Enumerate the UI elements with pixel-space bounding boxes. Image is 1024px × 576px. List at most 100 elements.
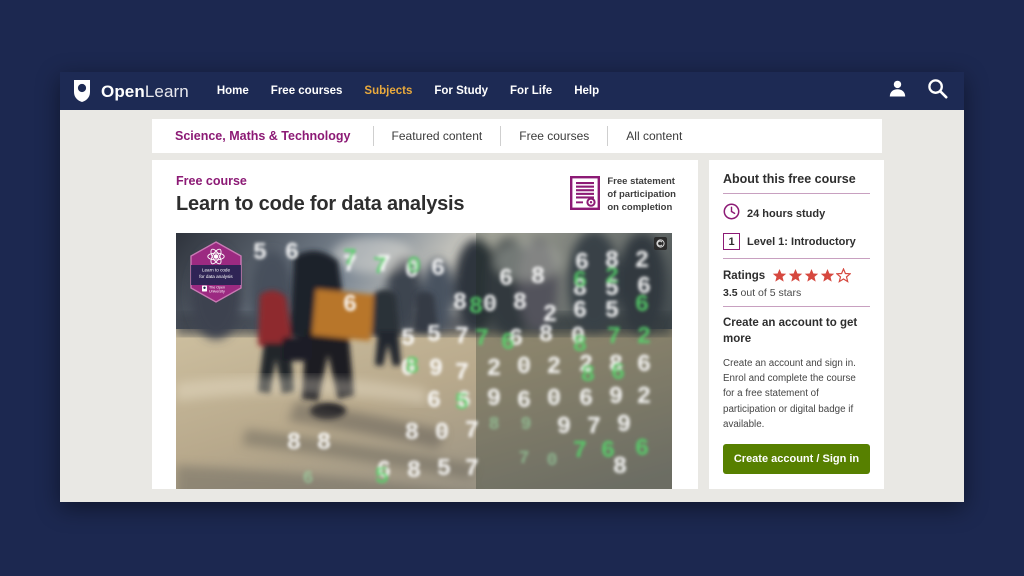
- svg-text:7: 7: [455, 324, 469, 351]
- svg-text:8: 8: [581, 362, 595, 389]
- course-duration-label: 24 hours study: [747, 208, 825, 220]
- user-account-icon[interactable]: [888, 79, 907, 103]
- svg-text:7: 7: [343, 246, 357, 273]
- svg-text:6: 6: [637, 352, 651, 379]
- svg-text:5: 5: [375, 464, 389, 489]
- hero-digit-overlay: 56 77 06 6 68 68 2 856 808 265 557 680: [176, 233, 672, 489]
- rating-score-value: 3.5: [723, 287, 738, 299]
- course-title-block: Free course Learn to code for data analy…: [176, 174, 464, 216]
- subnav-item-all-content[interactable]: All content: [608, 130, 700, 142]
- free-statement-text: Free statement of participation on compl…: [607, 176, 676, 214]
- sidebar-divider: [723, 193, 870, 194]
- subnav-item-free-courses[interactable]: Free courses: [501, 130, 607, 142]
- svg-text:8: 8: [573, 332, 587, 359]
- svg-text:7: 7: [573, 438, 587, 465]
- svg-text:2: 2: [547, 354, 561, 381]
- star-empty-icon: [836, 268, 851, 283]
- svg-text:6: 6: [499, 266, 513, 293]
- svg-text:7: 7: [373, 254, 387, 281]
- nav-link-for-study[interactable]: For Study: [434, 85, 488, 97]
- svg-text:6: 6: [285, 240, 299, 267]
- about-course-sidebar: About this free course 24 hours study 1 …: [709, 160, 884, 489]
- statement-line-3: on completion: [607, 202, 676, 215]
- nav-link-for-life[interactable]: For Life: [510, 85, 552, 97]
- svg-text:6: 6: [517, 388, 531, 415]
- top-navigation-bar: OpenLearn Home Free courses Subjects For…: [60, 72, 964, 110]
- svg-text:0: 0: [547, 451, 558, 471]
- svg-text:8: 8: [405, 354, 419, 381]
- star-rating[interactable]: [772, 268, 851, 283]
- svg-text:9: 9: [487, 386, 501, 413]
- svg-text:8: 8: [405, 420, 419, 447]
- free-course-kicker: Free course: [176, 174, 464, 189]
- course-main-card: Free course Learn to code for data analy…: [152, 160, 698, 489]
- sidebar-title: About this free course: [723, 172, 870, 186]
- svg-text:6: 6: [579, 386, 593, 413]
- course-hero-image: 56 77 06 6 68 68 2 856 808 265 557 680: [176, 233, 672, 489]
- svg-text:8: 8: [539, 322, 553, 349]
- rating-score-text: 3.5 out of 5 stars: [723, 287, 870, 299]
- logo-bold: Open: [101, 82, 145, 101]
- level-number-icon: 1: [723, 233, 740, 250]
- svg-text:6: 6: [343, 292, 357, 319]
- svg-text:5: 5: [605, 298, 619, 325]
- certificate-icon: [570, 176, 600, 215]
- svg-text:9: 9: [429, 356, 443, 383]
- shield-icon: [72, 79, 92, 103]
- page-title: Learn to code for data analysis: [176, 192, 464, 216]
- page-content: Free course Learn to code for data analy…: [60, 153, 964, 489]
- svg-text:8: 8: [407, 458, 421, 485]
- svg-text:6: 6: [573, 298, 587, 325]
- svg-text:9: 9: [609, 384, 623, 411]
- logo-wordmark: OpenLearn: [101, 83, 189, 100]
- svg-text:6: 6: [635, 436, 649, 463]
- star-filled-icon: [772, 268, 787, 283]
- search-icon[interactable]: [927, 78, 948, 104]
- statement-line-2: of participation: [607, 189, 676, 202]
- sidebar-divider: [723, 306, 870, 307]
- svg-text:8: 8: [531, 264, 545, 291]
- secondary-navigation-bar: Science, Maths & Technology Featured con…: [152, 119, 882, 153]
- svg-text:0: 0: [517, 354, 531, 381]
- badge-title-line1: Learn to code: [202, 268, 231, 273]
- ratings-label: Ratings: [723, 270, 765, 282]
- svg-text:7: 7: [455, 360, 469, 387]
- create-account-body: Create an account and sign in. Enrol and…: [723, 356, 870, 432]
- create-account-signin-button[interactable]: Create account / Sign in: [723, 444, 870, 474]
- svg-text:7: 7: [607, 324, 621, 351]
- svg-text:6: 6: [635, 292, 649, 319]
- badge-title-line2: for data analysis: [199, 274, 233, 279]
- course-header: Free course Learn to code for data analy…: [152, 174, 698, 216]
- svg-text:2: 2: [605, 264, 619, 291]
- subnav-current-category[interactable]: Science, Maths & Technology: [175, 130, 373, 143]
- svg-text:6: 6: [573, 268, 587, 295]
- openlearn-logo[interactable]: OpenLearn: [72, 79, 189, 103]
- nav-link-subjects[interactable]: Subjects: [364, 85, 412, 97]
- free-statement-badge: Free statement of participation on compl…: [570, 174, 676, 215]
- rating-score-suffix: out of 5 stars: [738, 287, 802, 299]
- svg-text:8: 8: [287, 430, 301, 457]
- svg-text:0: 0: [407, 254, 421, 281]
- svg-text:0: 0: [483, 292, 497, 319]
- logo-light: Learn: [145, 82, 189, 101]
- copyright-info-icon[interactable]: [654, 237, 667, 250]
- svg-text:2: 2: [637, 324, 651, 351]
- star-filled-icon: [820, 268, 835, 283]
- statement-line-1: Free statement: [607, 176, 676, 189]
- subnav-item-featured-content[interactable]: Featured content: [374, 130, 501, 142]
- nav-link-home[interactable]: Home: [217, 85, 249, 97]
- svg-text:8: 8: [489, 415, 500, 435]
- subnav-wrapper: Science, Maths & Technology Featured con…: [60, 110, 964, 153]
- svg-text:2: 2: [487, 356, 501, 383]
- svg-text:7: 7: [465, 456, 479, 483]
- svg-text:6: 6: [501, 330, 515, 357]
- primary-nav-links: Home Free courses Subjects For Study For…: [217, 85, 599, 97]
- svg-text:8: 8: [469, 294, 483, 321]
- svg-text:5: 5: [437, 456, 451, 483]
- nav-link-help[interactable]: Help: [574, 85, 599, 97]
- svg-text:0: 0: [435, 420, 449, 447]
- svg-text:7: 7: [519, 449, 530, 469]
- svg-text:9: 9: [557, 414, 571, 441]
- svg-text:5: 5: [455, 390, 469, 417]
- nav-link-free-courses[interactable]: Free courses: [271, 85, 343, 97]
